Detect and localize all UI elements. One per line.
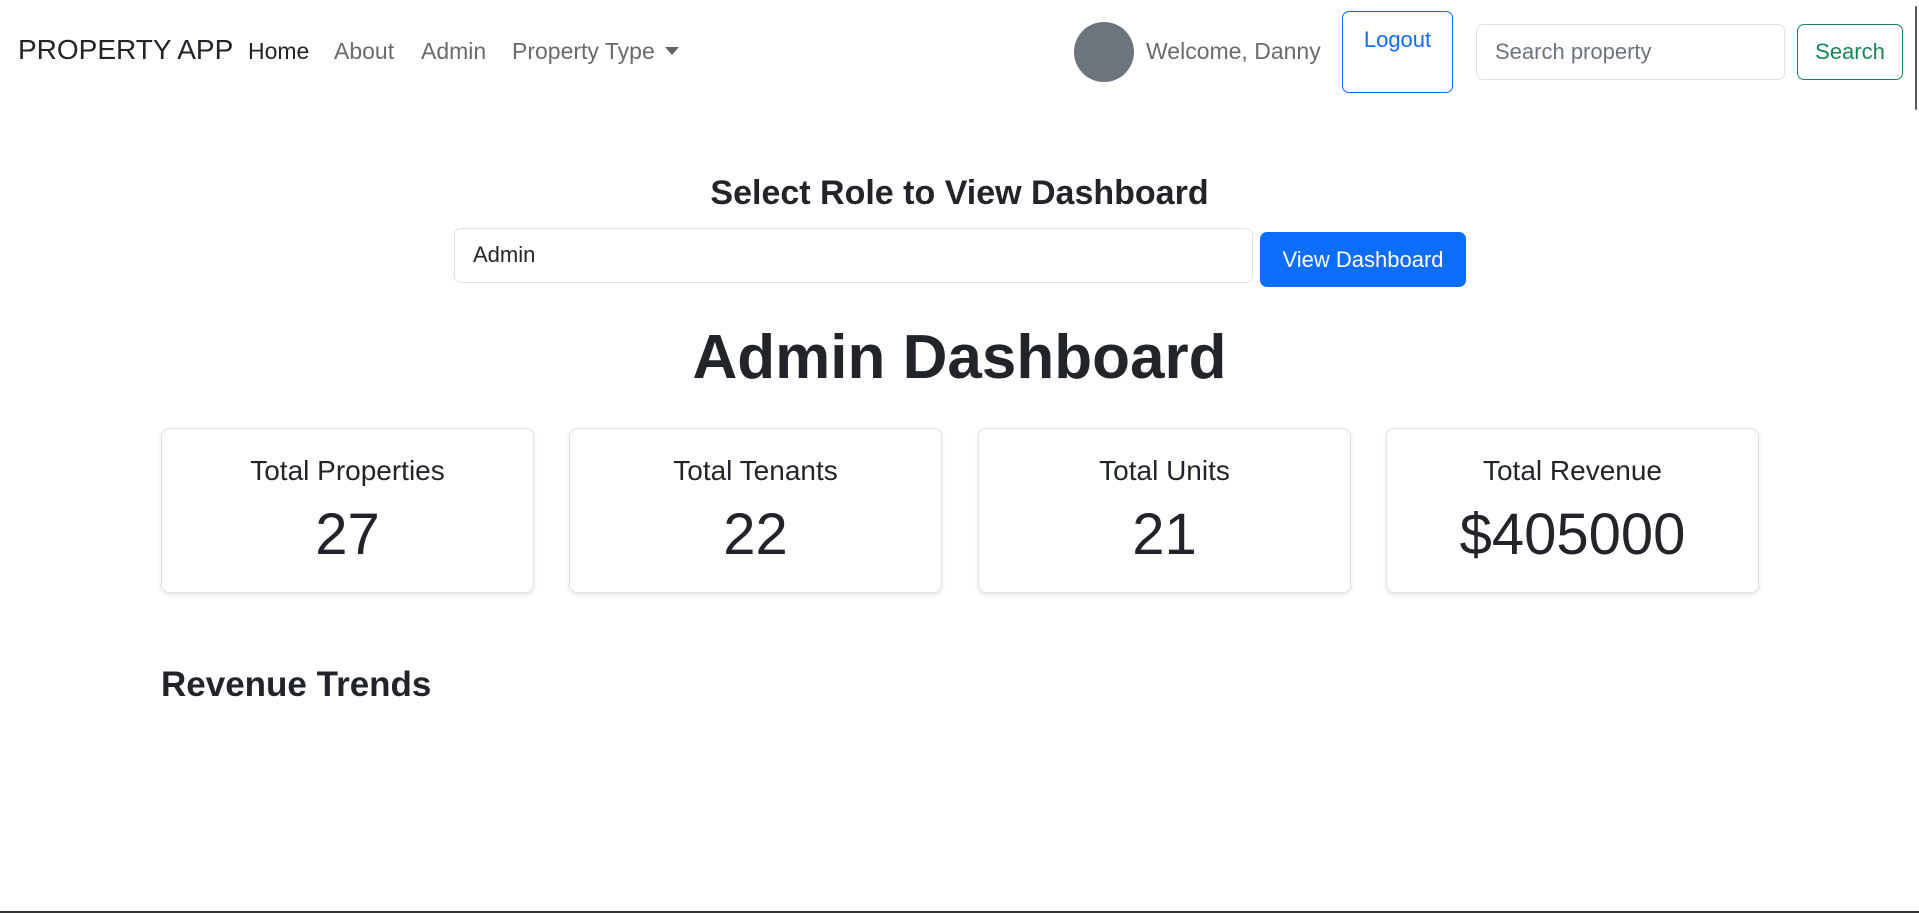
logout-button[interactable]: Logout xyxy=(1342,11,1453,93)
welcome-text: Welcome, Danny xyxy=(1146,38,1321,64)
stat-card-value: 27 xyxy=(315,502,380,567)
stat-card-total-revenue: Total Revenue $405000 xyxy=(1386,428,1759,593)
stat-card-total-tenants: Total Tenants 22 xyxy=(569,428,942,593)
avatar xyxy=(1074,22,1134,82)
search-input[interactable] xyxy=(1476,24,1785,80)
nav-dropdown-label: Property Type xyxy=(512,38,655,64)
role-selector-title: Select Role to View Dashboard xyxy=(710,174,1209,212)
stat-card-total-properties: Total Properties 27 xyxy=(161,428,534,593)
nav-link-home[interactable]: Home xyxy=(248,38,309,65)
nav-link-admin[interactable]: Admin xyxy=(421,38,486,65)
revenue-trends-heading: Revenue Trends xyxy=(161,665,432,704)
stat-card-title: Total Units xyxy=(1099,455,1230,486)
scrollbar-thumb[interactable] xyxy=(1915,6,1917,110)
view-dashboard-button[interactable]: View Dashboard xyxy=(1260,232,1466,287)
page-title: Admin Dashboard xyxy=(692,323,1227,392)
stat-card-value: $405000 xyxy=(1459,502,1686,567)
search-button[interactable]: Search xyxy=(1797,24,1903,80)
stat-card-title: Total Tenants xyxy=(673,455,838,486)
stat-card-title: Total Properties xyxy=(250,455,445,486)
navbar: PROPERTY APP Home About Admin Property T… xyxy=(0,0,1919,106)
caret-down-icon xyxy=(664,47,679,55)
stat-card-total-units: Total Units 21 xyxy=(978,428,1351,593)
role-select[interactable]: Admin xyxy=(454,228,1253,283)
nav-link-about[interactable]: About xyxy=(334,38,394,65)
brand-logo[interactable]: PROPERTY APP xyxy=(18,34,233,66)
stat-card-value: 22 xyxy=(723,502,788,567)
stat-card-title: Total Revenue xyxy=(1482,455,1662,486)
nav-dropdown-property-type[interactable]: Property Type xyxy=(512,38,679,65)
stat-card-value: 21 xyxy=(1132,502,1197,567)
